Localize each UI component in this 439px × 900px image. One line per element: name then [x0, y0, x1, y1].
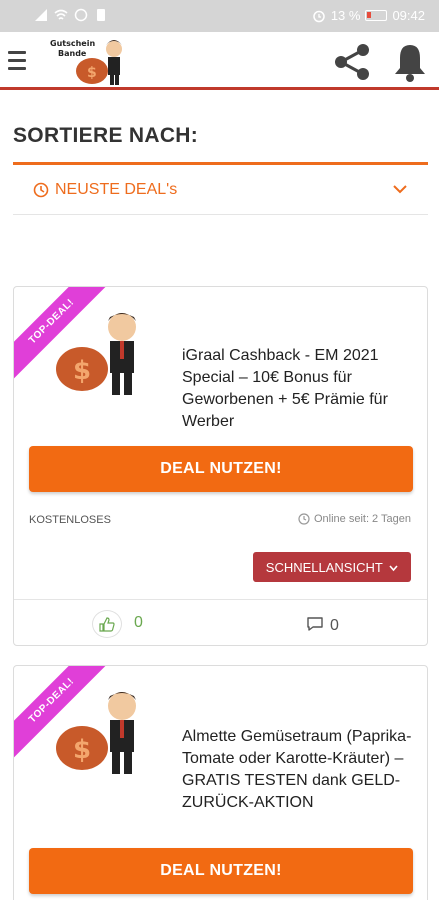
svg-text:$: $: [87, 65, 97, 81]
online-since: Online seit: 2 Tagen: [298, 513, 411, 525]
deal-card[interactable]: TOP-DEAL! $ Almette Gemüsetraum (Paprika…: [13, 665, 428, 900]
deal-card[interactable]: TOP-DEAL! $ iGraal Cashback - EM 2021 Sp…: [13, 286, 428, 646]
sort-selected-value: NEUSTE DEAL's: [55, 181, 178, 198]
deal-nutzen-button[interactable]: DEAL NUTZEN!: [29, 446, 413, 492]
deal-nutzen-button[interactable]: DEAL NUTZEN!: [29, 848, 413, 894]
chevron-down-icon: [393, 185, 407, 194]
battery-icon: [365, 10, 388, 21]
svg-text:$: $: [73, 356, 91, 386]
battery-percent: 13 %: [330, 8, 361, 23]
deal-title[interactable]: iGraal Cashback - EM 2021 Special – 10€ …: [182, 345, 414, 433]
clock-icon: [298, 513, 310, 525]
alarm-icon: [313, 10, 325, 22]
whatsapp-icon: [74, 8, 88, 22]
clock-time: 09:42: [392, 8, 425, 23]
logo[interactable]: Gutschein Bande $: [48, 35, 136, 87]
comment-icon[interactable]: [306, 616, 324, 632]
svg-text:$: $: [73, 735, 91, 765]
status-bar: 13 % 09:42: [0, 0, 439, 32]
wifi-icon: [54, 9, 68, 20]
share-icon[interactable]: [330, 42, 374, 82]
signal-icon: [35, 9, 47, 21]
status-icons-right: 13 % 09:42: [312, 8, 425, 23]
quick-view-button[interactable]: SCHNELLANSICHT: [253, 552, 411, 582]
status-icons-left: [34, 8, 108, 22]
sort-heading: SORTIERE NACH:: [13, 124, 199, 147]
deal-mascot-image: $: [56, 313, 136, 395]
sd-card-icon: [97, 9, 105, 21]
clock-icon: [33, 182, 49, 198]
deal-card-footer: 0 0: [14, 599, 427, 645]
thumbs-up-icon: [99, 616, 115, 632]
deal-title[interactable]: Almette Gemüsetraum (Paprika-Tomate oder…: [182, 726, 414, 814]
deal-mascot-image: $: [56, 692, 136, 774]
chevron-down-icon: [389, 565, 398, 571]
comment-count: 0: [330, 617, 339, 634]
sort-dropdown[interactable]: NEUSTE DEAL's: [13, 165, 428, 215]
logo-mascot-icon: $: [76, 40, 122, 85]
quick-view-label: SCHNELLANSICHT: [265, 559, 383, 575]
hamburger-menu-icon[interactable]: [8, 51, 26, 71]
like-count: 0: [134, 614, 143, 631]
app-header: Gutschein Bande $: [0, 32, 439, 90]
category-label[interactable]: KOSTENLOSES: [29, 514, 111, 526]
like-button[interactable]: [92, 610, 122, 638]
bell-icon[interactable]: [392, 42, 428, 82]
online-since-text: Online seit: 2 Tagen: [313, 513, 411, 525]
